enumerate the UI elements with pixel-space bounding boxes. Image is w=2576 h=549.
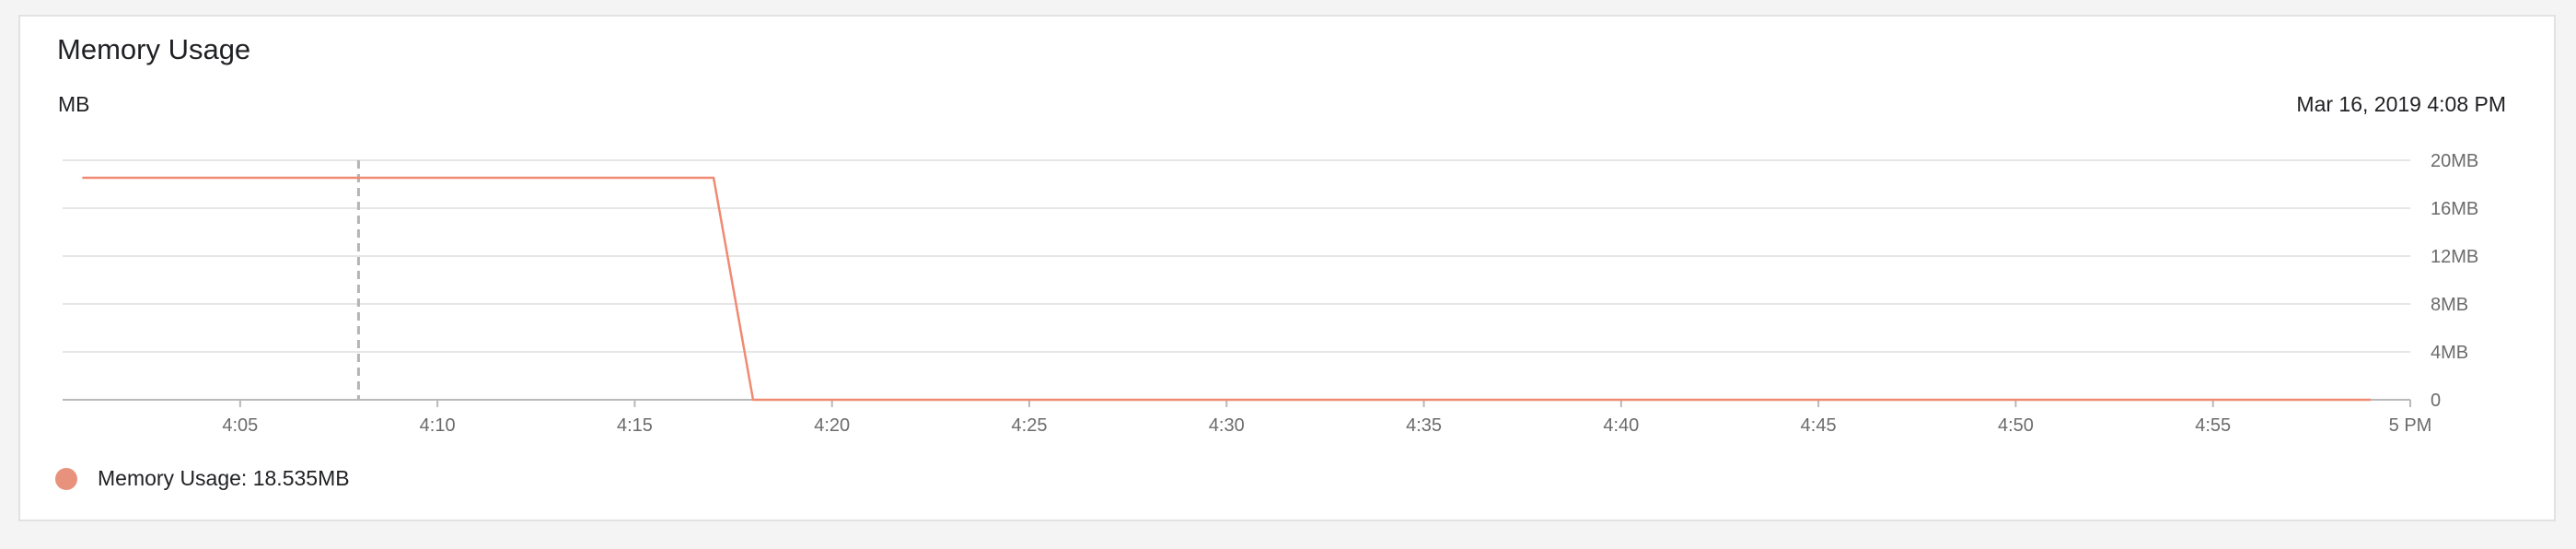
memory-usage-card: Memory Usage MB Mar 16, 2019 4:08 PM 0 4M…: [18, 15, 2556, 521]
x-tick-label: 4:45: [1801, 415, 1837, 436]
memory-usage-chart[interactable]: 0 4MB 8MB 12MB 16MB 20MB 4:05 4:10 4:15 4:20 4:25 4…: [20, 17, 2558, 523]
x-tick-label: 4:10: [420, 415, 456, 436]
legend[interactable]: Memory Usage: 18.535MB: [55, 466, 350, 491]
y-tick-label: 0: [2431, 391, 2441, 411]
x-tick-label: 5 PM: [2389, 415, 2432, 436]
y-tick-label: 16MB: [2431, 199, 2478, 219]
x-tick-label: 4:35: [1406, 415, 1442, 436]
legend-swatch: [55, 467, 77, 490]
series-line-memory-usage: [82, 176, 2372, 402]
y-tick-label: 20MB: [2431, 151, 2478, 171]
x-tick-label: 4:20: [814, 415, 850, 436]
y-tick-label: 8MB: [2431, 295, 2468, 315]
x-tick-label: 4:25: [1012, 415, 1048, 436]
x-tick-label: 4:50: [1998, 415, 2034, 436]
x-tick-label: 4:15: [617, 415, 653, 436]
x-tick-label: 4:30: [1209, 415, 1245, 436]
y-tick-label: 4MB: [2431, 343, 2468, 363]
y-tick-label: 12MB: [2431, 247, 2478, 267]
legend-label: Memory Usage: 18.535MB: [98, 466, 350, 490]
x-tick-label: 4:40: [1603, 415, 1639, 436]
x-tick-label: 4:05: [222, 415, 258, 436]
x-tick-label: 4:55: [2195, 415, 2231, 436]
